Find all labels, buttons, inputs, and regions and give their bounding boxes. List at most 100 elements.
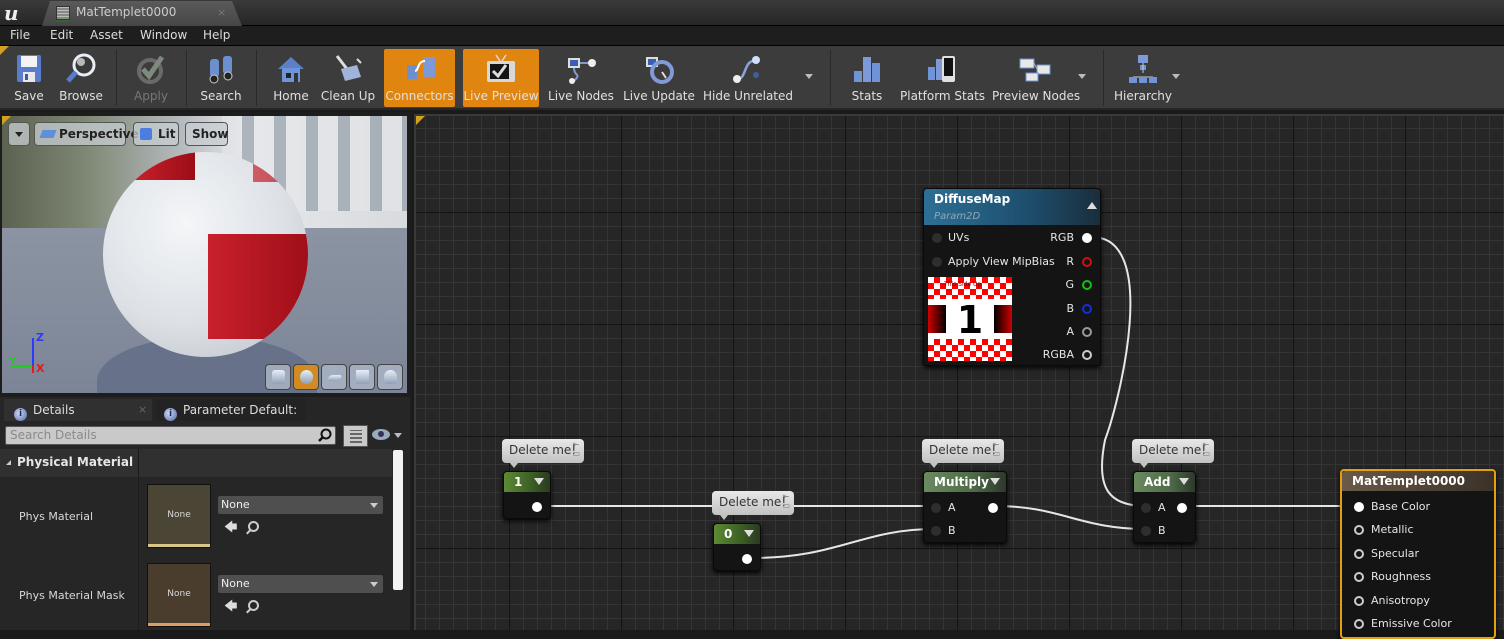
pin-apply-view-mipbias[interactable]: Apply View MipBias	[932, 255, 1055, 268]
output-pin[interactable]	[1082, 233, 1092, 243]
browse-asset-icon[interactable]	[248, 521, 259, 532]
view-options-button[interactable]	[343, 425, 368, 447]
output-pin[interactable]	[1082, 257, 1092, 267]
live-update-button[interactable]: Live Update	[623, 49, 695, 107]
tab-close-icon[interactable]: ×	[217, 6, 226, 19]
output-pin[interactable]	[532, 502, 542, 512]
pin-roughness[interactable]: Roughness	[1354, 570, 1431, 583]
toolbar-more-dropdown[interactable]	[805, 74, 813, 79]
live-preview-button[interactable]: Live Preview	[463, 49, 539, 107]
chevron-down-icon[interactable]	[534, 478, 544, 485]
search-details-input[interactable]: Search Details	[5, 426, 336, 445]
details-scrollbar[interactable]	[393, 450, 403, 590]
input-pin[interactable]	[931, 526, 941, 536]
output-pin[interactable]	[1082, 280, 1092, 290]
menu-file[interactable]: File	[10, 28, 30, 42]
input-pin[interactable]	[1141, 503, 1151, 513]
pin-emissive-color[interactable]: Emissive Color	[1354, 617, 1452, 630]
preview-cube-button[interactable]	[349, 364, 375, 390]
input-pin[interactable]	[932, 257, 942, 267]
comment-bubble[interactable]: Delete me! ⇤ ▭	[922, 439, 1004, 468]
input-pin[interactable]	[1354, 549, 1364, 559]
browse-asset-icon[interactable]	[248, 600, 259, 611]
show-button[interactable]: Show	[185, 122, 229, 146]
pin-a[interactable]: A	[1066, 325, 1092, 338]
material-preview-viewport[interactable]: Perspective Lit Show Z Y X	[2, 116, 407, 393]
category-physical-material[interactable]: Physical Material	[0, 449, 392, 477]
pin-anisotropy[interactable]: Anisotropy	[1354, 594, 1430, 607]
input-pin[interactable]	[1141, 526, 1151, 536]
pin-comment-icon[interactable]: ⇤ ▭	[782, 492, 790, 510]
phys-material-mask-combo[interactable]: None	[218, 575, 383, 593]
stats-button[interactable]: Stats	[842, 49, 892, 107]
output-pin[interactable]	[742, 554, 752, 564]
preview-nodes-dropdown[interactable]	[1078, 74, 1086, 79]
apply-button[interactable]: Apply	[126, 49, 176, 107]
close-icon[interactable]: ×	[138, 399, 147, 421]
input-pin[interactable]	[1354, 525, 1364, 535]
column-splitter[interactable]	[138, 449, 139, 630]
pin-rgb[interactable]: RGB	[1050, 231, 1092, 244]
pin-g[interactable]: G	[1065, 278, 1092, 291]
pin-comment-icon[interactable]: ⇤ ▭	[992, 440, 1000, 458]
pin-uvs[interactable]: UVs	[932, 231, 969, 244]
document-tab[interactable]: MatTemplet0000 ×	[42, 1, 242, 26]
input-pin[interactable]	[932, 233, 942, 243]
pin-base-color[interactable]: Base Color	[1354, 500, 1430, 513]
phys-material-thumbnail[interactable]: None	[147, 484, 211, 548]
output-pin[interactable]	[1082, 327, 1092, 337]
browse-button[interactable]: Browse	[56, 49, 106, 107]
search-icon[interactable]	[318, 428, 332, 442]
output-pin[interactable]	[1082, 350, 1092, 360]
pin-comment-icon[interactable]: ⇤ ▭	[1202, 440, 1210, 458]
collapse-arrow-icon[interactable]	[1087, 202, 1097, 209]
output-pin[interactable]	[988, 503, 998, 513]
use-selected-arrow-icon[interactable]: 🡄	[224, 597, 237, 619]
menu-help[interactable]: Help	[203, 28, 230, 42]
pin-b[interactable]: B	[1141, 524, 1166, 537]
pin-b[interactable]: B	[1066, 302, 1092, 315]
connectors-button[interactable]: Connectors	[384, 49, 455, 107]
phys-material-combo[interactable]: None	[218, 496, 383, 514]
input-pin[interactable]	[1354, 596, 1364, 606]
pin-r[interactable]: R	[1066, 255, 1092, 268]
pin-metallic[interactable]: Metallic	[1354, 523, 1414, 536]
comment-bubble[interactable]: Delete me! ⇤ ▭	[712, 491, 794, 520]
phys-material-mask-thumbnail[interactable]: None	[147, 563, 211, 627]
save-button[interactable]: Save	[6, 49, 52, 107]
preview-teapot-button[interactable]	[377, 364, 403, 390]
home-button[interactable]: Home	[268, 49, 314, 107]
viewport-options-button[interactable]	[8, 122, 30, 146]
pin-a[interactable]: A	[1141, 501, 1166, 514]
preview-cylinder-button[interactable]	[265, 364, 291, 390]
clean-up-button[interactable]: Clean Up	[320, 49, 376, 107]
diffusemap-node[interactable]: DiffuseMap Param2D UVs Apply View MipBia…	[923, 188, 1101, 366]
hierarchy-button[interactable]: Hierarchy	[1114, 49, 1172, 107]
visibility-dropdown[interactable]	[394, 433, 402, 438]
chevron-down-icon[interactable]	[990, 478, 1000, 485]
search-button[interactable]: Search	[196, 49, 246, 107]
constant-0-node[interactable]: 0	[713, 523, 761, 571]
chevron-down-icon[interactable]	[744, 530, 754, 537]
hierarchy-dropdown[interactable]	[1172, 74, 1180, 79]
material-result-node[interactable]: MatTemplet0000 Base Color Metallic Specu…	[1340, 469, 1496, 639]
comment-bubble[interactable]: Delete me! ⇤ ▭	[1132, 439, 1214, 468]
pin-specular[interactable]: Specular	[1354, 547, 1419, 560]
preview-sphere-button[interactable]	[293, 364, 319, 390]
pin-a[interactable]: A	[931, 501, 956, 514]
comment-bubble[interactable]: Delete me! ⇤ ▭	[502, 439, 584, 468]
input-pin[interactable]	[1354, 572, 1364, 582]
input-pin[interactable]	[1354, 619, 1364, 629]
constant-1-node[interactable]: 1	[503, 471, 551, 519]
menu-edit[interactable]: Edit	[50, 28, 73, 42]
hide-unrelated-button[interactable]: Hide Unrelated	[703, 49, 793, 107]
input-pin[interactable]	[931, 503, 941, 513]
preview-plane-button[interactable]	[321, 364, 347, 390]
menu-asset[interactable]: Asset	[90, 28, 123, 42]
pin-comment-icon[interactable]: ⇤ ▭	[572, 440, 580, 458]
tab-parameter-defaults[interactable]: i Parameter Default:	[156, 399, 306, 421]
lit-button[interactable]: Lit	[133, 122, 179, 146]
tab-details[interactable]: i Details ×	[4, 399, 152, 421]
ue-logo-icon[interactable]: u	[4, 2, 26, 24]
chevron-down-icon[interactable]	[1179, 478, 1189, 485]
